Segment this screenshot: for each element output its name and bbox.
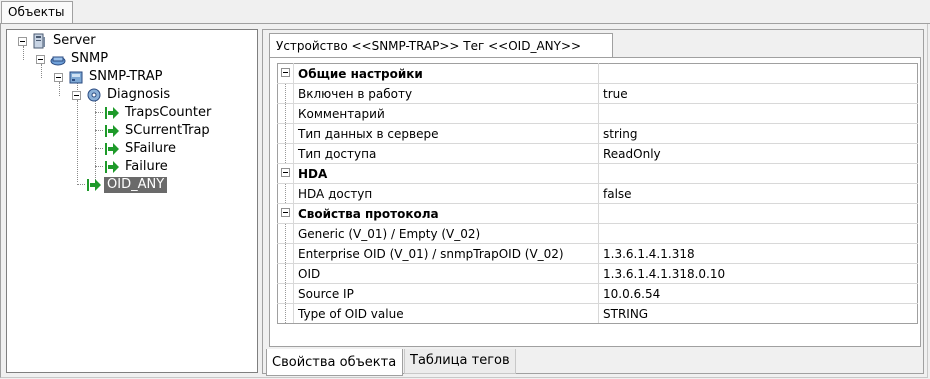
collapse-toggle[interactable] xyxy=(281,68,290,77)
property-row[interactable]: Тип данных в сервере string xyxy=(277,123,918,144)
collapse-toggle[interactable] xyxy=(54,73,63,82)
tab-object-properties-label: Свойства объекта xyxy=(272,355,397,370)
property-value[interactable]: true xyxy=(598,83,918,104)
network-icon xyxy=(50,56,66,66)
tree-connector xyxy=(95,112,103,113)
category-row[interactable]: HDA xyxy=(277,163,918,184)
tree-node-oid-any[interactable]: OID_ANY xyxy=(104,177,168,193)
property-name: HDA xyxy=(293,163,599,184)
collapse-toggle[interactable] xyxy=(281,208,290,217)
properties-panel: Устройство <<SNMP-TRAP>> Тег <<OID_ANY>>… xyxy=(262,29,924,374)
property-value[interactable]: false xyxy=(598,183,918,204)
tag-arrow-icon xyxy=(87,179,101,191)
collapse-toggle[interactable] xyxy=(72,91,81,100)
tree-node-diagnosis[interactable]: Diagnosis xyxy=(107,87,170,103)
tree-connector xyxy=(77,184,85,185)
property-value xyxy=(598,163,918,184)
tag-arrow-icon xyxy=(105,125,119,137)
tag-arrow-icon xyxy=(105,143,119,155)
property-row[interactable]: Generic (V_01) / Empty (V_02) xyxy=(277,223,918,244)
property-name: Общие настройки xyxy=(293,63,599,84)
property-value[interactable] xyxy=(598,103,918,124)
tree-connector xyxy=(95,166,103,167)
tab-device-tag[interactable]: Устройство <<SNMP-TRAP>> Тег <<OID_ANY>> xyxy=(269,33,613,57)
property-value[interactable]: string xyxy=(598,123,918,144)
collapse-toggle[interactable] xyxy=(18,37,27,46)
property-row[interactable]: Включен в работу true xyxy=(277,83,918,104)
property-value[interactable]: 1.3.6.1.4.1.318.0.10 xyxy=(598,263,918,284)
tree-node-failure[interactable]: Failure xyxy=(125,159,168,175)
property-row[interactable]: HDA доступ false xyxy=(277,183,918,204)
tree-node-sfailure[interactable]: SFailure xyxy=(125,141,176,157)
property-row[interactable]: Source IP 10.0.6.54 xyxy=(277,283,918,304)
tree-connector xyxy=(41,64,42,78)
tree-node-trapscounter[interactable]: TrapsCounter xyxy=(125,105,211,121)
property-name: HDA доступ xyxy=(293,183,599,204)
property-row[interactable]: Enterprise OID (V_01) / snmpTrapOID (V_0… xyxy=(277,243,918,264)
property-name: Source IP xyxy=(293,283,599,304)
property-grid-container: Общие настройки Включен в работу true Ко… xyxy=(269,57,921,347)
tree-node-snmp-trap[interactable]: SNMP-TRAP xyxy=(89,69,162,85)
tree-connector xyxy=(95,130,103,131)
property-row[interactable]: Тип доступа ReadOnly xyxy=(277,143,918,164)
tab-objects-label: Объекты xyxy=(8,5,65,19)
diagnosis-icon xyxy=(87,88,101,102)
property-row[interactable]: Type of OID value STRING xyxy=(277,303,918,324)
tree-connector xyxy=(95,148,103,149)
tree-node-snmp[interactable]: SNMP xyxy=(71,51,108,67)
property-value[interactable]: 10.0.6.54 xyxy=(598,283,918,304)
tab-objects[interactable]: Объекты xyxy=(1,1,73,23)
tab-tag-table-label: Таблица тегов xyxy=(410,353,510,368)
tree-node-scurrenttrap[interactable]: SCurrentTrap xyxy=(125,123,210,139)
tag-arrow-icon xyxy=(105,161,119,173)
property-name: Тип доступа xyxy=(293,143,599,164)
property-name: Тип данных в сервере xyxy=(293,123,599,144)
property-value[interactable]: 1.3.6.1.4.1.318 xyxy=(598,243,918,264)
device-icon xyxy=(69,71,83,84)
property-row[interactable]: OID 1.3.6.1.4.1.318.0.10 xyxy=(277,263,918,284)
property-name: Свойства протокола xyxy=(293,203,599,224)
property-value[interactable]: ReadOnly xyxy=(598,143,918,164)
server-icon xyxy=(33,33,45,49)
property-value xyxy=(598,63,918,84)
tab-tag-table[interactable]: Таблица тегов xyxy=(404,349,516,374)
category-row[interactable]: Свойства протокола xyxy=(277,203,918,224)
property-value[interactable] xyxy=(598,223,918,244)
tab-device-tag-label: Устройство <<SNMP-TRAP>> Тег <<OID_ANY>> xyxy=(276,39,582,53)
property-name: Включен в работу xyxy=(293,83,599,104)
tag-arrow-icon xyxy=(105,107,119,119)
property-name: Type of OID value xyxy=(293,303,599,324)
tree-node-server[interactable]: Server xyxy=(53,33,96,49)
property-grid: Общие настройки Включен в работу true Ко… xyxy=(277,63,918,324)
object-tree[interactable]: Server SNMP SNMP-TRAP Diagnosis TrapsCou… xyxy=(6,29,258,373)
property-value xyxy=(598,203,918,224)
collapse-toggle[interactable] xyxy=(36,55,45,64)
property-value[interactable]: STRING xyxy=(598,303,918,324)
property-name: Generic (V_01) / Empty (V_02) xyxy=(293,223,599,244)
property-name: Комментарий xyxy=(293,103,599,124)
tab-object-properties[interactable]: Свойства объекта xyxy=(266,349,403,376)
property-name: OID xyxy=(293,263,599,284)
property-name: Enterprise OID (V_01) / snmpTrapOID (V_0… xyxy=(293,243,599,264)
property-row[interactable]: Комментарий xyxy=(277,103,918,124)
tree-connector xyxy=(59,82,60,96)
category-row[interactable]: Общие настройки xyxy=(277,63,918,84)
tree-connector xyxy=(23,46,24,60)
collapse-toggle[interactable] xyxy=(281,168,290,177)
